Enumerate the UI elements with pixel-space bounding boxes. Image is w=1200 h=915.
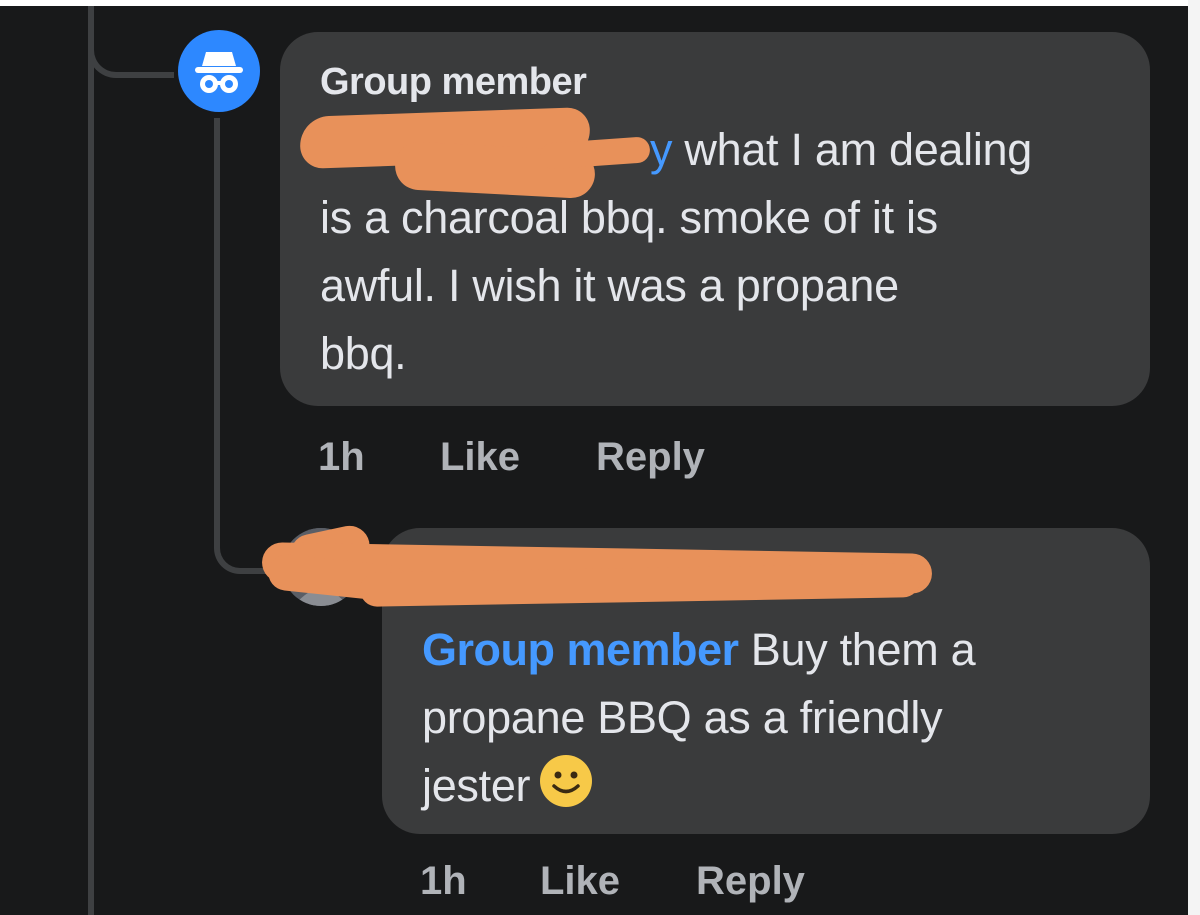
thread-connector-branch [88,6,174,78]
comment-author[interactable]: Group member [320,60,587,104]
mention-link[interactable]: y [650,124,684,175]
reply-button[interactable]: Reply [596,434,705,480]
comment-text-line: what I am dealing [684,124,1033,175]
comment-text-line: awful. I wish it was a propane [320,260,899,311]
reply-timestamp[interactable]: 1h [420,858,467,904]
like-button[interactable]: Like [540,858,620,904]
mention-link[interactable]: Group member [422,624,739,675]
reply-text: Group member Buy them a propane BBQ as a… [422,616,1122,820]
comment-text-line: is a charcoal bbq. smoke of it is [320,192,938,243]
comment-bubble: Group member y what I am dealing is a ch… [280,32,1150,406]
comment-timestamp[interactable]: 1h [318,434,365,480]
like-button[interactable]: Like [440,434,520,480]
comment-text-line: bbq. [320,328,407,379]
anonymous-avatar[interactable] [178,30,260,112]
reply-text-line: Buy them a [738,624,976,675]
reply-connector-line [214,118,220,538]
thread-connector-line [88,6,94,915]
reply-button[interactable]: Reply [696,858,805,904]
reply-text-line: propane BBQ as a friendly [422,692,943,743]
reply-text-line: jester [422,760,531,811]
smiley-emoji-icon [538,753,594,809]
screenshot-border-right [1188,0,1200,915]
incognito-icon [195,52,243,93]
